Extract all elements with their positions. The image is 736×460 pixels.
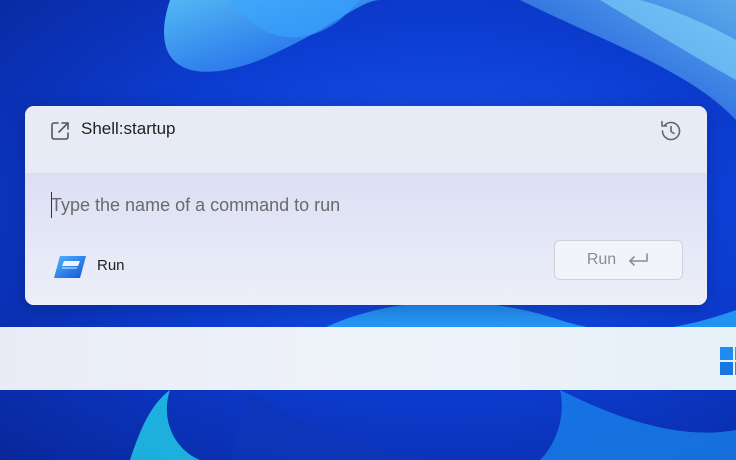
taskbar: [0, 327, 736, 390]
open-external-icon: [49, 120, 71, 142]
text-caret: [51, 192, 52, 218]
windows-start-icon[interactable]: [718, 345, 736, 377]
enter-icon: [629, 253, 648, 266]
run-app-icon: [52, 253, 88, 281]
history-icon[interactable]: [658, 118, 684, 144]
suggestion-text: Shell:startup: [81, 119, 176, 138]
run-app-label: Run: [97, 257, 125, 274]
command-input[interactable]: [49, 190, 611, 220]
run-button[interactable]: Run: [554, 240, 683, 280]
run-button-label: Run: [586, 251, 617, 268]
suggestion-row[interactable]: Shell:startup: [25, 106, 707, 173]
run-dialog: Shell:startup Run Run: [25, 106, 707, 305]
